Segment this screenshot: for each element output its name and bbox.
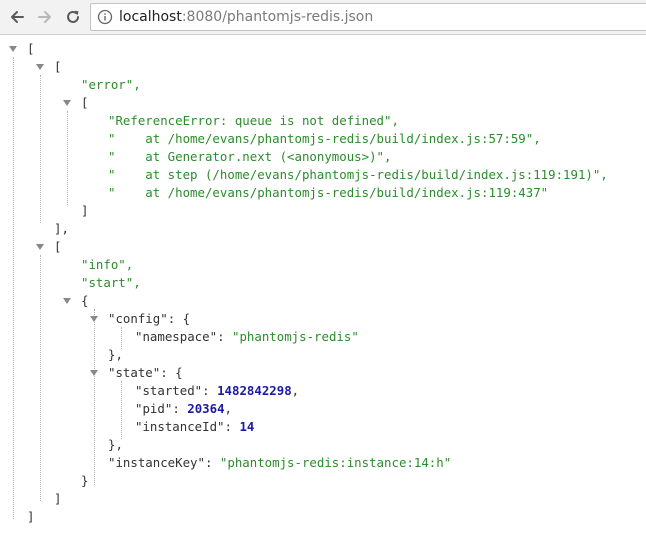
pid-key: "pid" [135,401,173,416]
stack-line: " at step (/home/evans/phantomjs-redis/b… [108,167,608,182]
forward-button[interactable] [33,5,57,29]
config-close-brace: }, [108,347,123,362]
entry1-close-bracket: ], [54,221,69,236]
entry2-level: "info", [81,257,134,272]
instanceid-key: "instanceId" [135,419,225,434]
tree-guide [94,309,95,485]
entry1-level: "error", [81,77,141,92]
stack-line: " at /home/evans/phantomjs-redis/build/i… [108,185,549,200]
namespace-line: "namespace": "phantomjs-redis" [135,329,359,344]
collapse-toggle-icon[interactable] [36,63,44,71]
json-viewer: [ [ "error", [ "ReferenceError: queue is… [0,35,646,536]
url-text[interactable]: localhost:8080/phantomjs-redis.json [119,8,373,26]
state-key: "state" [108,365,161,380]
stack-line: "ReferenceError: queue is not defined", [108,113,399,128]
state-open-brace: { [175,365,183,380]
namespace-key: "namespace" [135,329,218,344]
instanceid-value: 14 [239,419,255,434]
entry2-close-bracket: ] [54,491,62,506]
tree-guide [67,111,68,205]
entry2-event: "start", [81,275,141,290]
collapse-toggle-icon[interactable] [90,315,98,323]
stack-line: " at Generator.next (<anonymous>)", [108,149,392,164]
entry2-close-brace: } [81,473,89,488]
root-open-bracket: [ [27,41,35,56]
tree-guide [13,57,14,519]
entry1-open-bracket: [ [54,59,62,74]
tree-guide [121,381,122,439]
namespace-value: "phantomjs-redis" [231,329,359,344]
back-button[interactable] [5,5,29,29]
arrow-left-icon [11,11,24,23]
stack-open-bracket: [ [81,95,89,110]
browser-toolbar: localhost:8080/phantomjs-redis.json [0,0,646,35]
collapse-toggle-icon[interactable] [63,99,71,107]
tree-guide [40,255,41,501]
root-close-bracket: ] [27,509,35,524]
url-path: :8080/phantomjs-redis.json [181,9,374,25]
address-bar[interactable]: localhost:8080/phantomjs-redis.json [90,3,646,31]
stack-line: " at /home/evans/phantomjs-redis/build/i… [108,131,541,146]
reload-icon [67,10,79,23]
pid-value: 20364 [187,401,225,416]
entry2-open-bracket: [ [54,239,62,254]
arrow-right-icon [38,11,51,23]
collapse-toggle-icon[interactable] [63,297,71,305]
state-close-brace: }, [108,437,123,452]
stack-close-bracket: ] [81,203,89,218]
started-key: "started" [135,383,203,398]
instancekey-value: "phantomjs-redis:instance:14:h" [219,455,452,470]
instancekey-key: "instanceKey" [108,455,205,470]
url-host: localhost [119,9,182,25]
info-circle-icon[interactable] [97,9,113,25]
started-line: "started": 1482842298, [135,383,300,398]
tree-guide [40,75,41,223]
config-key: "config" [108,311,168,326]
collapse-toggle-icon[interactable] [90,369,98,377]
pid-line: "pid": 20364, [135,401,233,416]
reload-button[interactable] [61,5,85,29]
config-open-brace: { [182,311,191,326]
collapse-toggle-icon[interactable] [9,45,17,53]
state-line: "state": { [108,365,183,380]
collapse-toggle-icon[interactable] [36,243,44,251]
instancekey-line: "instanceKey": "phantomjs-redis:instance… [108,455,452,470]
started-value: 1482842298 [217,383,292,398]
entry2-open-brace: { [81,293,89,308]
instanceid-line: "instanceId": 14 [135,419,255,434]
config-line: "config": { [108,311,191,326]
